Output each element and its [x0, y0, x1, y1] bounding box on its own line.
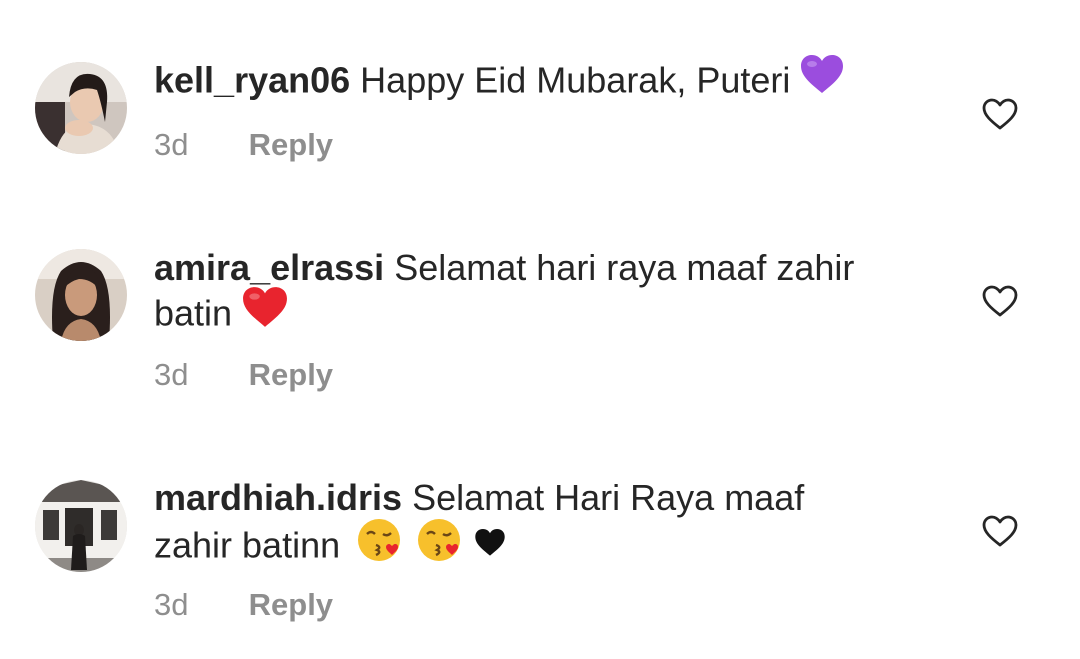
kissing-face-emoji-icon [416, 517, 462, 573]
black-heart-emoji-icon [474, 523, 506, 567]
comment-body-line2: zahir batinn [154, 524, 341, 566]
comment-text: mardhiah.idris Selamat Hari Raya maaf za… [154, 476, 934, 576]
comment-item: mardhiah.idris Selamat Hari Raya maaf za… [0, 0, 1080, 659]
kissing-face-emoji-icon [356, 517, 402, 573]
heart-outline-icon [982, 515, 1018, 547]
comment-username[interactable]: mardhiah.idris [154, 477, 402, 518]
reply-button[interactable]: Reply [249, 587, 333, 622]
like-button[interactable] [981, 514, 1019, 548]
avatar-image [35, 480, 127, 572]
comment-body: Selamat Hari Raya maaf [412, 477, 805, 518]
comment-meta: 3d Reply [154, 585, 333, 625]
comment-timestamp: 3d [154, 587, 189, 622]
avatar[interactable] [35, 480, 127, 572]
